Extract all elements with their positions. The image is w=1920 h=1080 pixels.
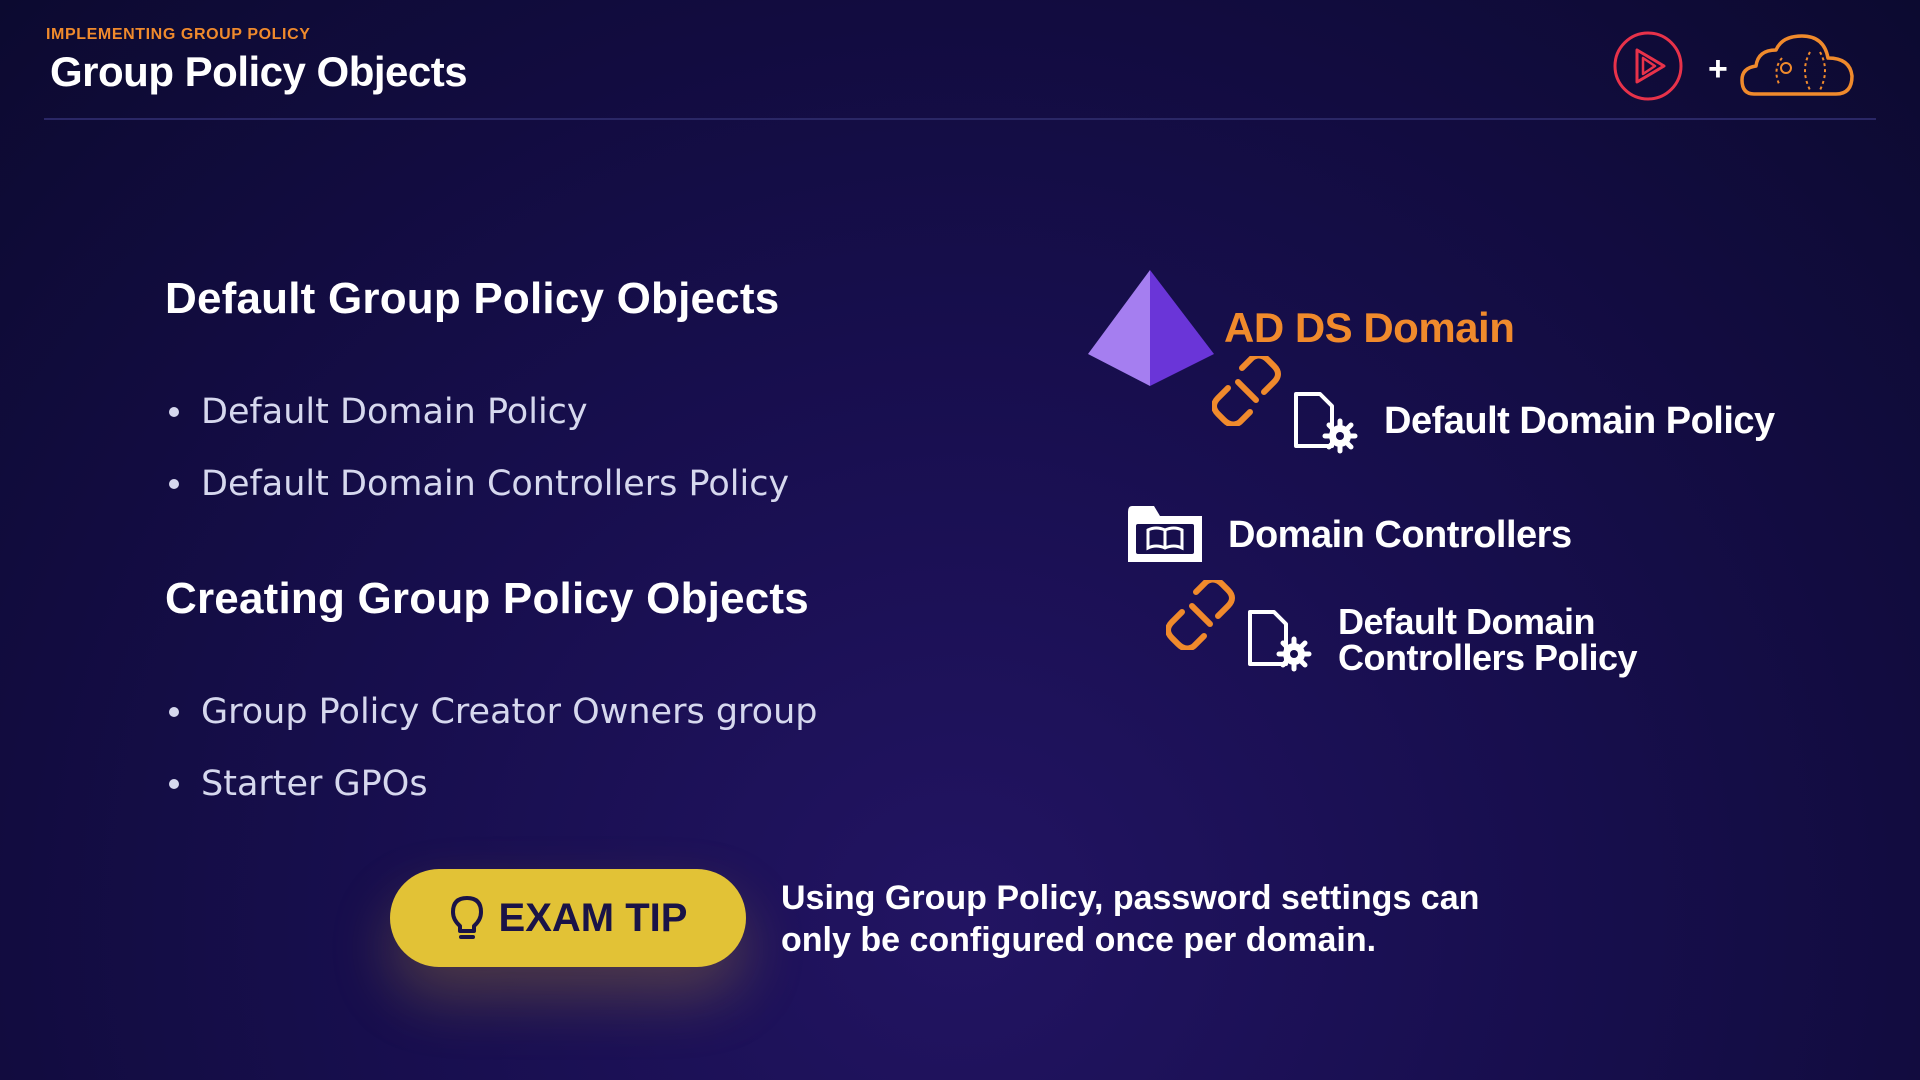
default-domain-policy-label: Default Domain Policy — [1384, 400, 1775, 442]
lightbulb-icon — [450, 896, 483, 939]
section-heading-default-gpos: Default Group Policy Objects — [165, 274, 780, 323]
list-item-label: Group Policy Creator Owners group — [201, 692, 818, 732]
default-dc-policy-line1: Default Domain — [1338, 601, 1596, 642]
list-item: Default Domain Controllers Policy — [165, 464, 789, 504]
document-gear-icon — [1294, 392, 1358, 454]
exam-tip-text: Using Group Policy, password settings ca… — [781, 877, 1541, 961]
exam-tip-line2: only be configured once per domain. — [781, 921, 1377, 959]
brand-logos: + — [1613, 31, 1854, 101]
exam-tip-badge: EXAM TIP — [390, 869, 746, 967]
section-heading-creating-gpos: Creating Group Policy Objects — [165, 574, 809, 623]
list-item-label: Default Domain Policy — [201, 392, 588, 432]
document-gear-icon — [1248, 610, 1312, 672]
pluralsight-logo-icon — [1613, 31, 1683, 101]
default-dc-policy-line2: Controllers Policy — [1338, 637, 1638, 678]
link-icon — [1166, 580, 1235, 650]
link-icon — [1212, 356, 1281, 426]
exam-tip-line1: Using Group Policy, password settings ca… — [781, 879, 1480, 917]
bullet-dot — [169, 479, 179, 489]
ad-ds-domain-label: AD DS Domain — [1224, 304, 1515, 351]
cloud-logo-icon — [1740, 34, 1854, 96]
pyramid-icon — [1088, 270, 1214, 386]
list-item: Starter GPOs — [165, 764, 428, 804]
list-item: Group Policy Creator Owners group — [165, 692, 817, 732]
bullet-dot — [169, 407, 179, 417]
section-eyebrow: IMPLEMENTING GROUP POLICY — [46, 26, 311, 43]
list-item: Default Domain Policy — [165, 392, 588, 432]
list-item-label: Default Domain Controllers Policy — [201, 464, 790, 504]
page-title: Group Policy Objects — [50, 48, 468, 95]
list-item-label: Starter GPOs — [201, 764, 428, 804]
default-dc-policy-label: Default Domain Controllers Policy — [1338, 601, 1638, 678]
exam-tip-label: EXAM TIP — [498, 895, 688, 940]
header-divider — [44, 118, 1876, 120]
bullet-dot — [169, 707, 179, 717]
plus-sign: + — [1708, 50, 1728, 88]
folder-book-icon — [1128, 506, 1202, 562]
domain-controllers-label: Domain Controllers — [1228, 514, 1572, 556]
bullet-dot — [169, 779, 179, 789]
